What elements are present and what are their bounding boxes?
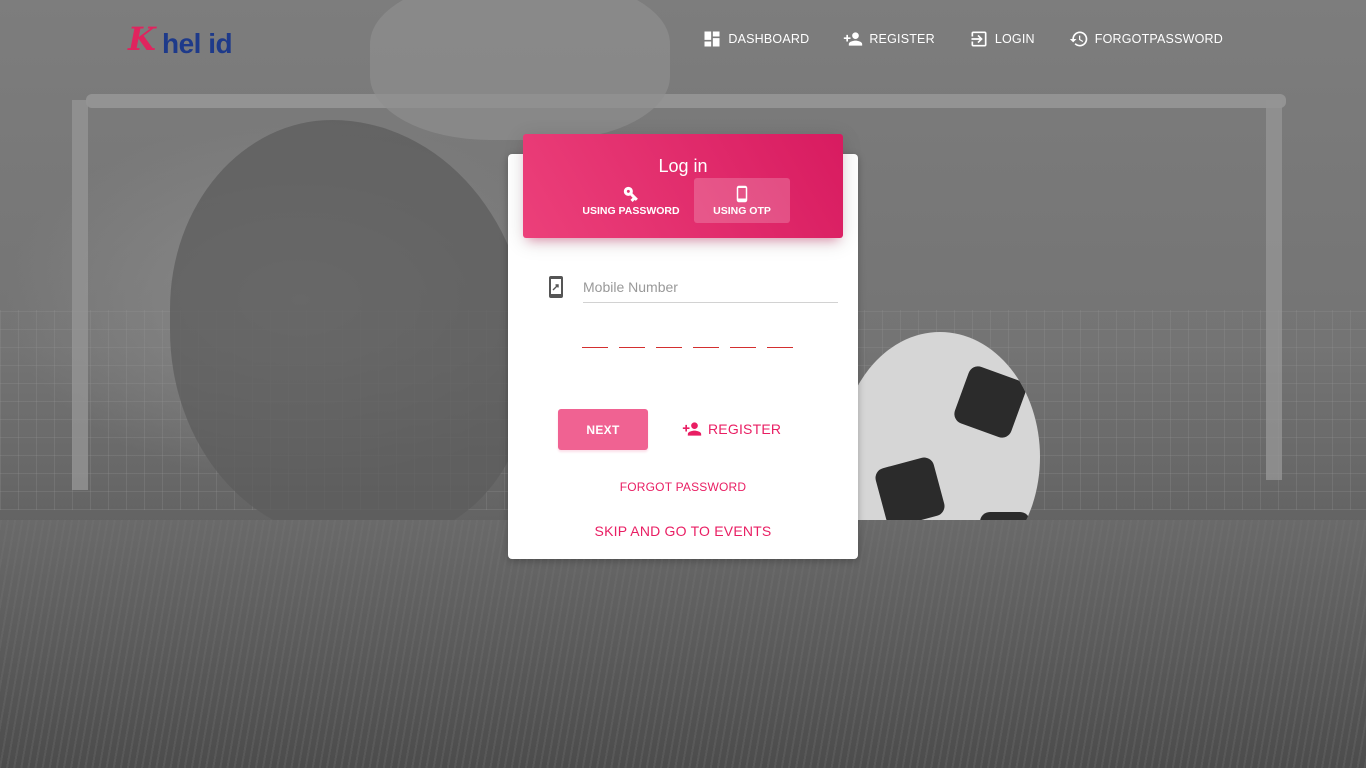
history-icon <box>1069 31 1088 47</box>
forgot-password-link[interactable]: FORGOT PASSWORD <box>508 480 858 494</box>
person-add-icon <box>682 422 702 436</box>
phone-icon <box>736 185 748 202</box>
nav-dashboard[interactable]: DASHBOARD <box>702 28 809 50</box>
player-silhouette <box>170 120 530 540</box>
nav-dashboard-label: DASHBOARD <box>728 32 810 46</box>
person-add-icon <box>844 32 863 46</box>
dashboard-icon <box>704 31 720 47</box>
player-leg <box>370 0 670 140</box>
tab-using-otp[interactable]: USING OTP <box>694 178 790 223</box>
otp-digit-4[interactable] <box>693 330 719 348</box>
logo-wordmark: hel id <box>162 28 233 59</box>
login-title: Log in <box>658 156 708 176</box>
otp-digit-3[interactable] <box>656 330 682 348</box>
key-icon <box>623 186 638 202</box>
goal-crossbar <box>86 94 1286 108</box>
login-card-header: Log in USING PASSWORD USING OTP <box>523 134 843 238</box>
register-button[interactable]: REGISTER <box>682 416 781 442</box>
tab-using-password[interactable]: USING PASSWORD <box>576 178 686 223</box>
login-icon <box>971 31 987 47</box>
mobile-number-input[interactable] <box>583 271 838 303</box>
otp-digit-2[interactable] <box>619 330 645 348</box>
mobile-number-field <box>546 271 838 305</box>
top-nav: DASHBOARD REGISTER LOGIN FORGOTPASSWORD <box>668 28 1223 50</box>
nav-forgot-password-label: FORGOTPASSWORD <box>1094 32 1223 46</box>
brand-logo[interactable]: K hel id <box>128 18 258 62</box>
skip-to-events-link[interactable]: SKIP AND GO TO EVENTS <box>508 523 858 539</box>
nav-login[interactable]: LOGIN <box>969 28 1035 50</box>
nav-login-label: LOGIN <box>994 32 1035 46</box>
otp-digit-5[interactable] <box>730 330 756 348</box>
next-button[interactable]: NEXT <box>558 409 648 450</box>
register-button-label: REGISTER <box>708 421 782 437</box>
otp-inputs <box>582 330 793 348</box>
nav-register-label: REGISTER <box>869 32 935 46</box>
login-method-tabs: USING PASSWORD USING OTP <box>523 178 843 223</box>
phone-forwarded-icon <box>549 276 563 298</box>
tab-using-otp-label: USING OTP <box>713 204 771 217</box>
nav-register[interactable]: REGISTER <box>843 28 935 50</box>
otp-digit-1[interactable] <box>582 330 608 348</box>
tab-using-password-label: USING PASSWORD <box>582 204 680 217</box>
nav-forgot-password[interactable]: FORGOTPASSWORD <box>1069 28 1223 50</box>
otp-digit-6[interactable] <box>767 330 793 348</box>
logo-mark: K <box>128 20 156 58</box>
